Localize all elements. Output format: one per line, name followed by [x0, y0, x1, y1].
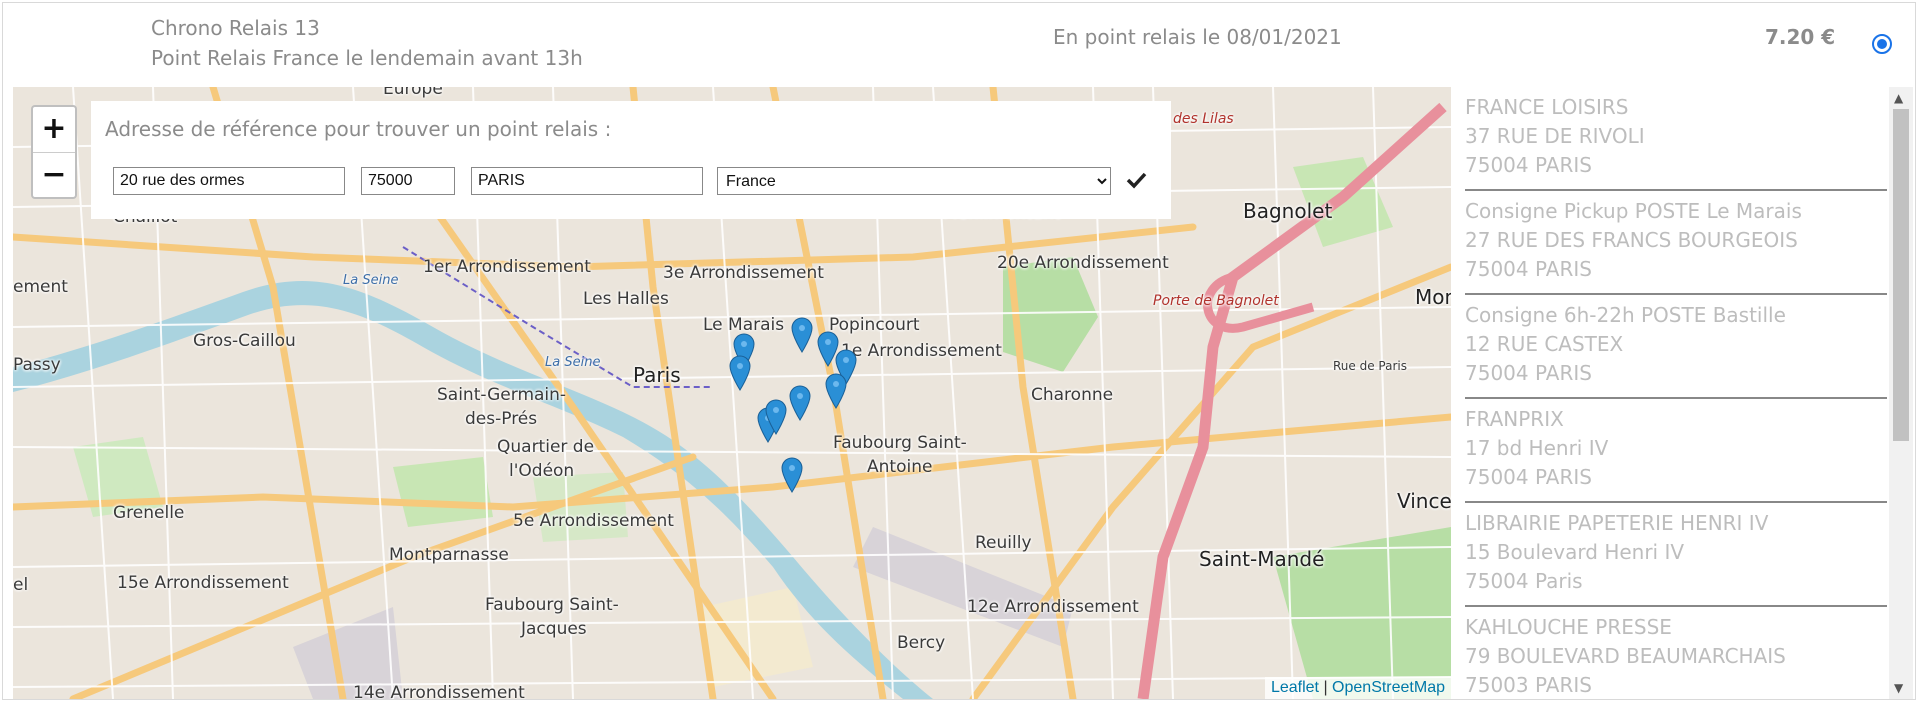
map-label: Faubourg Saint- — [833, 433, 967, 453]
postcode-input[interactable] — [361, 167, 455, 195]
relay-address: 79 BOULEVARD BEAUMARCHAIS — [1465, 644, 1786, 668]
relay-name: KAHLOUCHE PRESSE — [1465, 615, 1672, 639]
map-label: Le Marais — [703, 315, 785, 335]
map-label: ement — [13, 277, 68, 297]
relay-marker[interactable] — [825, 373, 847, 409]
relay-list-item[interactable]: Consigne 6h-22h POSTE Bastille 12 RUE CA… — [1465, 295, 1887, 399]
map-label: Antoine — [867, 457, 933, 477]
map-label: Saint-Mandé — [1199, 547, 1325, 571]
zoom-in-button[interactable]: + — [33, 107, 75, 152]
relay-list-item[interactable]: Consigne Pickup POSTE Le Marais 27 RUE D… — [1465, 191, 1887, 295]
address-search-panel: Adresse de référence pour trouver un poi… — [91, 101, 1171, 219]
relay-name: FRANPRIX — [1465, 407, 1564, 431]
map-label: Vince — [1397, 489, 1451, 513]
relay-address: 15 Boulevard Henri IV — [1465, 540, 1685, 564]
city-input[interactable] — [471, 167, 703, 195]
carrier-info: Chrono Relais 13 Point Relais France le … — [151, 13, 583, 73]
relay-address: 27 RUE DES FRANCS BOURGEOIS — [1465, 228, 1798, 252]
carrier-name: Chrono Relais 13 — [151, 16, 320, 40]
map-label: Grenelle — [113, 503, 185, 523]
street-input[interactable] — [113, 167, 345, 195]
delivery-date-text: En point relais le 08/01/2021 — [1053, 25, 1342, 49]
relay-marker[interactable] — [781, 457, 803, 493]
checkmark-icon[interactable] — [1125, 169, 1147, 191]
attribution-separator: | — [1323, 679, 1328, 696]
scrollbar-thumb[interactable] — [1893, 109, 1909, 441]
shipping-price: 7.20 € — [1765, 25, 1836, 49]
map-label: Rue de Paris — [1333, 359, 1407, 373]
relay-city: 75004 PARIS — [1465, 361, 1592, 385]
map-label: Popincourt — [829, 315, 920, 335]
relay-address: 37 RUE DE RIVOLI — [1465, 124, 1645, 148]
map-label: l'Odéon — [509, 461, 575, 481]
map-label: 1e Arrondissement — [841, 341, 1002, 361]
relay-city: 75004 Paris — [1465, 569, 1583, 593]
map-label: des Lilas — [1173, 111, 1234, 127]
map-label: Mon — [1415, 285, 1451, 309]
country-select[interactable]: France — [717, 167, 1111, 195]
relay-city: 75003 PARIS — [1465, 673, 1592, 697]
carrier-description: Point Relais France le lendemain avant 1… — [151, 46, 583, 70]
relay-list-item[interactable]: FRANPRIX 17 bd Henri IV 75004 PARIS — [1465, 399, 1887, 503]
relay-list-item[interactable]: FRANCE LOISIRS 37 RUE DE RIVOLI 75004 PA… — [1465, 87, 1887, 191]
relay-marker[interactable] — [791, 317, 813, 353]
map-label: 3e Arrondissement — [663, 263, 824, 283]
map-label: 1er Arrondissement — [423, 257, 591, 277]
map-label: Paris — [633, 363, 681, 387]
map-label: Quartier de — [497, 437, 595, 457]
map-label: 14e Arrondissement — [353, 683, 525, 699]
map-label: 5e Arrondissement — [513, 511, 674, 531]
map-label: Saint-Germain- — [437, 385, 567, 405]
map-label: Reuilly — [975, 533, 1032, 553]
map-label: el — [13, 575, 29, 595]
search-title: Adresse de référence pour trouver un poi… — [105, 117, 612, 141]
map-label: Bagnolet — [1243, 199, 1333, 223]
map-attribution: Leaflet | OpenStreetMap — [1264, 677, 1451, 699]
relay-city: 75004 PARIS — [1465, 153, 1592, 177]
map-label: Passy — [13, 355, 61, 375]
map-label: Charonne — [1031, 385, 1114, 405]
map-label: 12e Arrondissement — [967, 597, 1139, 617]
map-label: Montparnasse — [389, 545, 509, 565]
leaflet-link[interactable]: Leaflet — [1271, 679, 1319, 696]
map-label: Bercy — [897, 633, 946, 653]
relay-name: Consigne 6h-22h POSTE Bastille — [1465, 303, 1786, 327]
map-label: Les Halles — [583, 289, 669, 309]
map-label: La Seine — [545, 355, 601, 370]
relay-address: 12 RUE CASTEX — [1465, 332, 1624, 356]
zoom-control: + − — [31, 105, 77, 199]
shipping-option-radio[interactable] — [1872, 34, 1892, 54]
relay-list: FRANCE LOISIRS 37 RUE DE RIVOLI 75004 PA… — [1465, 87, 1887, 699]
map-label: Europe — [383, 87, 443, 99]
relay-city: 75004 PARIS — [1465, 257, 1592, 281]
shipping-option-card: Chrono Relais 13 Point Relais France le … — [2, 2, 1916, 700]
relay-marker[interactable] — [729, 355, 751, 391]
map-label: Faubourg Saint- — [485, 595, 619, 615]
map-label: 20e Arrondissement — [997, 253, 1169, 273]
relay-name: LIBRAIRIE PAPETERIE HENRI IV — [1465, 511, 1769, 535]
map-label: des-Prés — [465, 409, 538, 429]
scroll-up-icon[interactable]: ▲ — [1894, 91, 1903, 105]
map-label: Jacques — [521, 619, 587, 639]
relay-marker[interactable] — [765, 399, 787, 435]
map-label: 15e Arrondissement — [117, 573, 289, 593]
relay-address: 17 bd Henri IV — [1465, 436, 1609, 460]
scroll-down-icon[interactable]: ▼ — [1894, 681, 1903, 695]
map-label: La Seine — [343, 273, 399, 288]
openstreetmap-link[interactable]: OpenStreetMap — [1332, 679, 1445, 696]
zoom-out-button[interactable]: − — [33, 152, 75, 197]
relay-list-scrollbar[interactable]: ▲ ▼ — [1889, 87, 1913, 699]
map-label: Porte de Bagnolet — [1153, 293, 1279, 309]
relay-list-item[interactable]: KAHLOUCHE PRESSE 79 BOULEVARD BEAUMARCHA… — [1465, 607, 1887, 699]
relay-name: Consigne Pickup POSTE Le Marais — [1465, 199, 1802, 223]
map-label: Gros-Caillou — [193, 331, 296, 351]
relay-list-item[interactable]: LIBRAIRIE PAPETERIE HENRI IV 15 Boulevar… — [1465, 503, 1887, 607]
relay-city: 75004 PARIS — [1465, 465, 1592, 489]
relay-marker[interactable] — [789, 385, 811, 421]
relay-map[interactable]: Europe des Lilas Chaillot Ménilmontant B… — [13, 87, 1451, 699]
relay-name: FRANCE LOISIRS — [1465, 95, 1629, 119]
